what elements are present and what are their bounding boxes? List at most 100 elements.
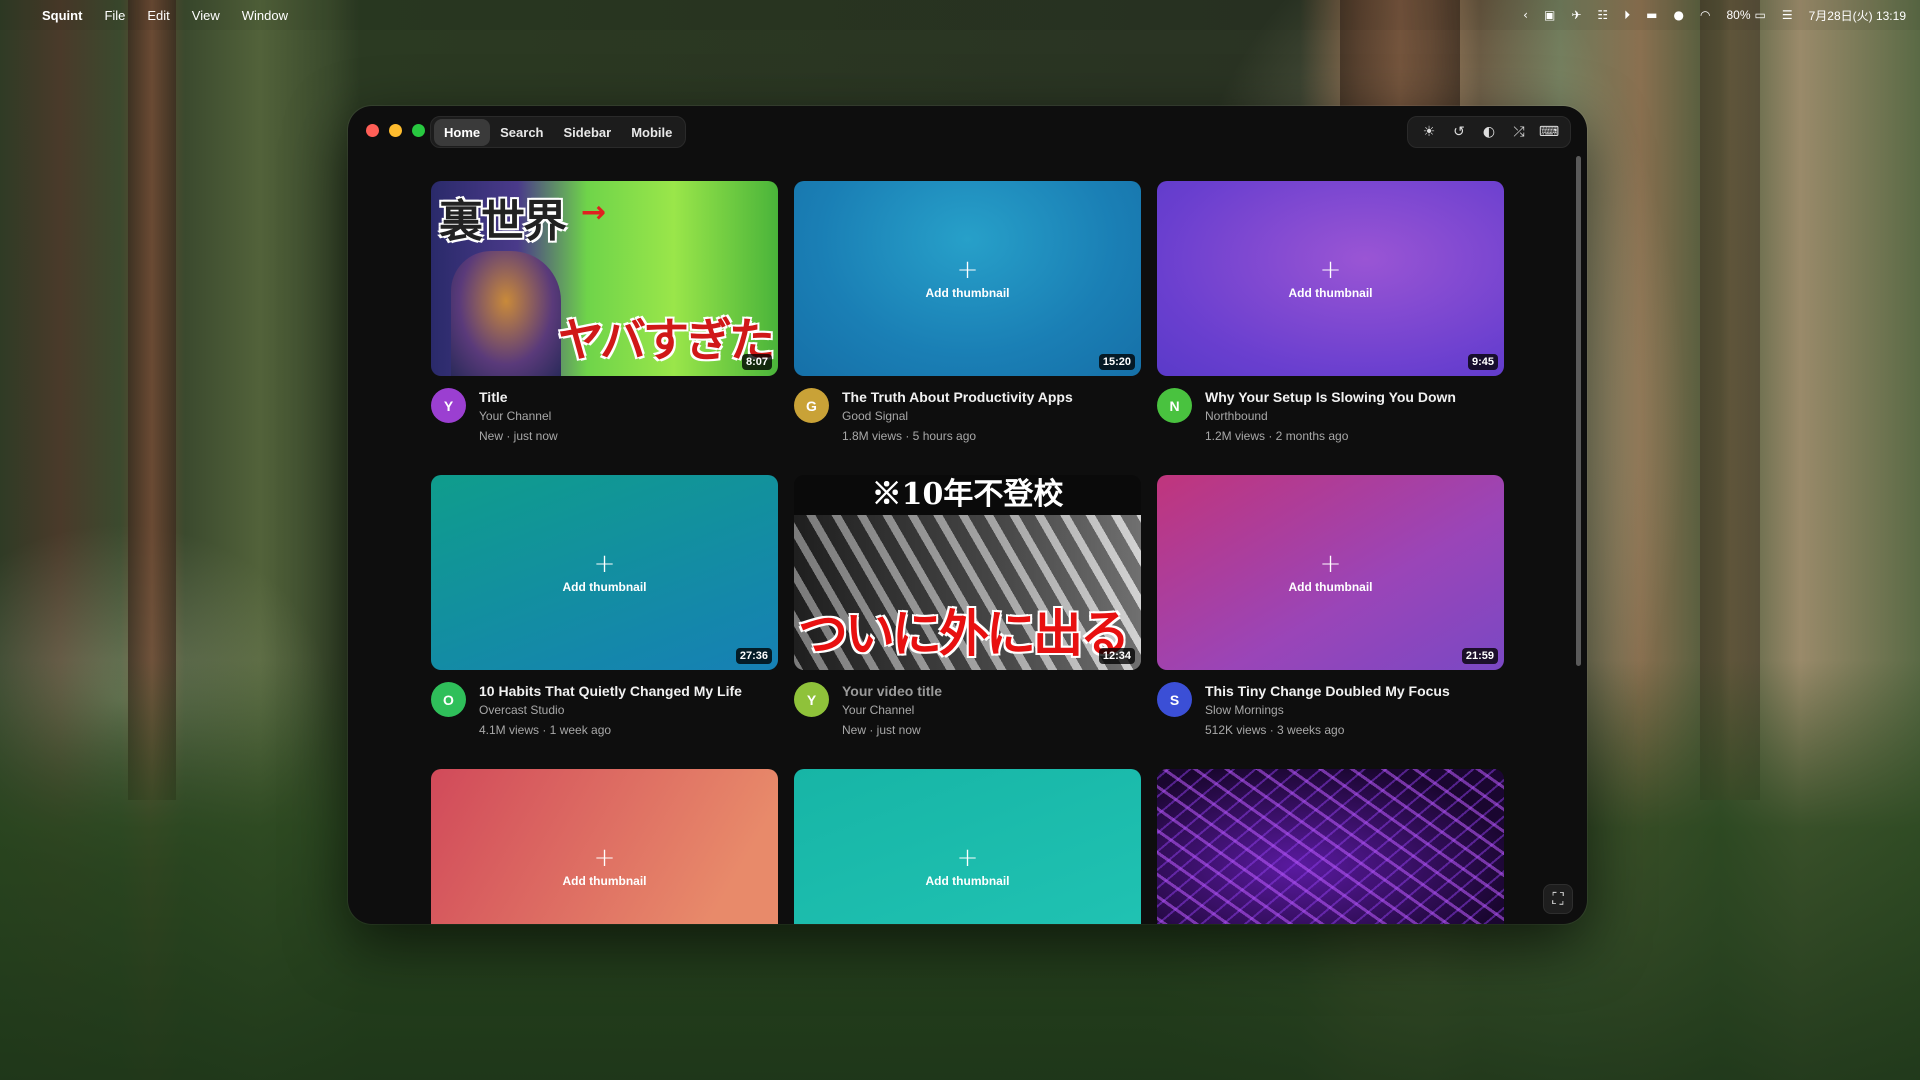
duration-badge: 15:20 (1098, 354, 1135, 370)
channel-avatar[interactable]: G (794, 388, 829, 423)
thumbnail-character (451, 251, 561, 376)
plus-icon: + (593, 842, 616, 873)
video-card[interactable]: + Add thumbnail (431, 769, 778, 924)
shuffle-icon[interactable]: ⤮ (1504, 124, 1534, 140)
tab-sidebar[interactable]: Sidebar (554, 119, 622, 146)
video-card[interactable]: 裏世界 → ヤバすぎた 8:07 Y Title Your Channel Ne… (431, 181, 778, 475)
calendar-icon[interactable]: ▣ (1544, 8, 1555, 22)
channel-name[interactable]: Northbound (1205, 406, 1456, 426)
add-thumbnail-label: Add thumbnail (562, 579, 647, 594)
arrow-icon: → (581, 195, 607, 230)
add-thumbnail-button[interactable]: + Add thumbnail (794, 769, 1141, 924)
video-card[interactable] (1157, 769, 1504, 924)
channel-name[interactable]: Slow Mornings (1205, 700, 1450, 720)
duration-badge: 21:59 (1461, 648, 1498, 664)
menu-view[interactable]: View (192, 8, 220, 23)
battery-icon[interactable]: ▭ (1755, 8, 1766, 22)
channel-name[interactable]: Your Channel (842, 700, 942, 720)
video-title[interactable]: Why Your Setup Is Slowing You Down (1205, 388, 1456, 406)
video-title[interactable]: The Truth About Productivity Apps (842, 388, 1073, 406)
add-thumbnail-label: Add thumbnail (1288, 579, 1373, 594)
menu-bar-clock[interactable]: 7月28日(火) 13:19 (1809, 7, 1906, 24)
control-icon[interactable]: ☷ (1597, 8, 1608, 22)
thumbnail-caption: ヤバすぎた (557, 313, 775, 367)
brightness-icon[interactable]: ☀ (1414, 124, 1444, 140)
add-thumbnail-label: Add thumbnail (925, 285, 1010, 300)
video-thumbnail[interactable]: ※10年不登校 ついに外に出る 12:34 (794, 475, 1141, 670)
app-window: Home Search Sidebar Mobile ☀ ↺ ◐ ⤮ ⌨ 裏世界… (348, 106, 1587, 924)
menu-window[interactable]: Window (242, 8, 288, 23)
video-card[interactable]: + Add thumbnail 9:45 N Why Your Setup Is… (1157, 181, 1504, 475)
keyboard-icon[interactable]: ⌨ (1534, 124, 1564, 140)
video-stats: 1.2M views · 2 months ago (1205, 429, 1349, 443)
wifi-icon[interactable]: ◠ (1700, 8, 1710, 22)
video-title[interactable]: This Tiny Change Doubled My Focus (1205, 682, 1450, 700)
channel-name[interactable]: Good Signal (842, 406, 1073, 426)
duration-badge: 12:34 (1098, 648, 1135, 664)
cloud-icon[interactable]: ● (1674, 8, 1684, 22)
duration-badge: 9:45 (1467, 354, 1498, 370)
add-thumbnail-button[interactable]: + Add thumbnail (431, 769, 778, 924)
video-title[interactable]: Your video title (842, 682, 942, 700)
thumbnail-caption: 裏世界 (439, 196, 567, 247)
channel-avatar[interactable]: Y (431, 388, 466, 423)
plus-icon: + (956, 842, 979, 873)
video-card[interactable]: + Add thumbnail 27:36 O 10 Habits That Q… (431, 475, 778, 769)
play-icon[interactable]: ⏵ (1624, 8, 1630, 23)
menu-edit[interactable]: Edit (147, 8, 169, 23)
toolbar: ☀ ↺ ◐ ⤮ ⌨ (1407, 116, 1571, 148)
menu-file[interactable]: File (104, 8, 125, 23)
view-tabs: Home Search Sidebar Mobile (430, 116, 687, 148)
control-center-icon[interactable]: ☰ (1782, 8, 1793, 22)
video-stats: 1.8M views · 5 hours ago (842, 429, 977, 443)
display-icon[interactable]: ▬ (1646, 8, 1657, 22)
plus-icon: + (1319, 548, 1342, 579)
channel-avatar[interactable]: Y (794, 682, 829, 717)
minimize-window-button[interactable] (389, 124, 402, 137)
add-thumbnail-button[interactable]: + Add thumbnail 21:59 (1157, 475, 1504, 670)
thumbnail-image: ついに外に出る (794, 515, 1141, 670)
channel-avatar[interactable]: S (1157, 682, 1192, 717)
add-thumbnail-label: Add thumbnail (925, 873, 1010, 888)
channel-name[interactable]: Overcast Studio (479, 700, 742, 720)
video-card[interactable]: + Add thumbnail (794, 769, 1141, 924)
video-card[interactable]: + Add thumbnail 15:20 G The Truth About … (794, 181, 1141, 475)
thumbnail-caption: ついに外に出る (798, 604, 1130, 663)
video-card[interactable]: + Add thumbnail 21:59 S This Tiny Change… (1157, 475, 1504, 769)
add-thumbnail-button[interactable]: + Add thumbnail 15:20 (794, 181, 1141, 376)
plus-icon: + (593, 548, 616, 579)
video-stats: New · just now (479, 429, 558, 443)
chevron-left-icon[interactable]: ‹ (1523, 8, 1528, 22)
add-thumbnail-label: Add thumbnail (1288, 285, 1373, 300)
app-menu[interactable]: Squint (42, 8, 82, 23)
battery-percent[interactable]: 80% (1726, 8, 1750, 22)
close-window-button[interactable] (366, 124, 379, 137)
maximize-window-button[interactable] (412, 124, 425, 137)
video-thumbnail[interactable] (1157, 769, 1504, 924)
refresh-icon[interactable]: ↺ (1444, 124, 1474, 140)
video-thumbnail[interactable]: 裏世界 → ヤバすぎた 8:07 (431, 181, 778, 376)
channel-avatar[interactable]: N (1157, 388, 1192, 423)
channel-avatar[interactable]: O (431, 682, 466, 717)
plus-icon: + (1319, 254, 1342, 285)
video-stats: 512K views · 3 weeks ago (1205, 723, 1345, 737)
add-thumbnail-label: Add thumbnail (562, 873, 647, 888)
tab-search[interactable]: Search (490, 119, 553, 146)
video-card[interactable]: ※10年不登校 ついに外に出る 12:34 Y Your video title… (794, 475, 1141, 769)
contrast-icon[interactable]: ◐ (1474, 124, 1504, 140)
video-stats: New · just now (842, 723, 921, 737)
fullscreen-icon[interactable]: ⛶ (1543, 884, 1573, 914)
tab-mobile[interactable]: Mobile (621, 119, 682, 146)
video-title[interactable]: Title (479, 388, 558, 406)
add-thumbnail-button[interactable]: + Add thumbnail 9:45 (1157, 181, 1504, 376)
plus-icon: + (956, 254, 979, 285)
video-grid: 裏世界 → ヤバすぎた 8:07 Y Title Your Channel Ne… (431, 181, 1504, 924)
channel-name[interactable]: Your Channel (479, 406, 558, 426)
window-controls (366, 124, 435, 137)
tab-home[interactable]: Home (434, 118, 491, 146)
video-title[interactable]: 10 Habits That Quietly Changed My Life (479, 682, 742, 700)
add-thumbnail-button[interactable]: + Add thumbnail 27:36 (431, 475, 778, 670)
duration-badge: 27:36 (735, 648, 772, 664)
plane-icon[interactable]: ✈ (1571, 8, 1581, 22)
scrollbar[interactable] (1576, 156, 1581, 666)
